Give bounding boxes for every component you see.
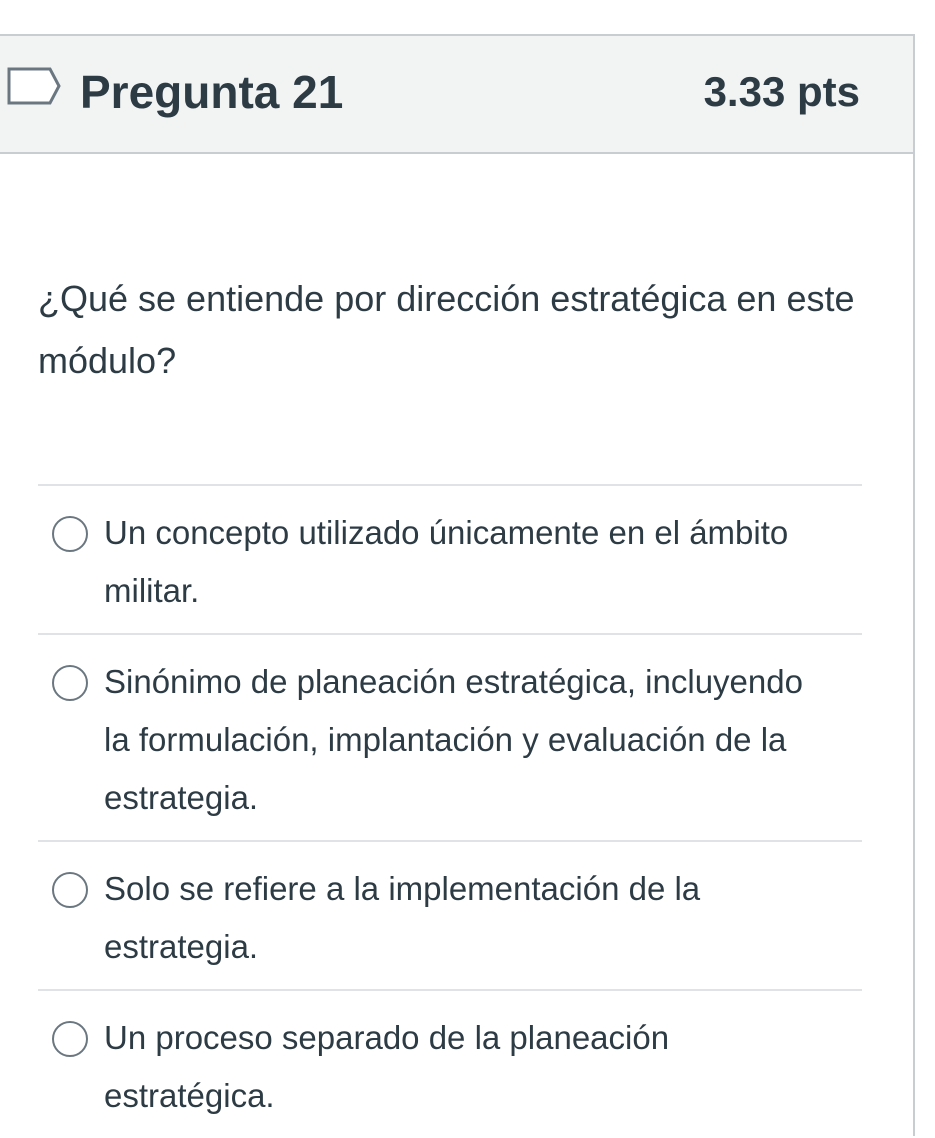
radio-button[interactable] [52,872,88,908]
question-points: 3.33 pts [703,68,860,115]
answer-list: Un concepto utilizado únicamente en el á… [38,484,862,1138]
question-title: Pregunta 21 [80,66,344,118]
answer-option-1[interactable]: Un concepto utilizado únicamente en el á… [38,484,862,633]
answer-label[interactable]: Un proceso separado de la planeación est… [104,1009,824,1125]
answer-label[interactable]: Sinónimo de planeación estratégica, incl… [104,653,824,827]
radio-button[interactable] [52,665,88,701]
radio-button[interactable] [52,1021,88,1057]
answer-option-3[interactable]: Solo se refiere a la implementación de l… [38,840,862,989]
question-header: Pregunta 21 3.33 pts [0,36,913,154]
quiz-question-card: Pregunta 21 3.33 pts ¿Qué se entiende po… [0,34,915,1136]
flag-question-icon[interactable] [6,66,62,106]
answer-option-4[interactable]: Un proceso separado de la planeación est… [38,989,862,1138]
question-text: ¿Qué se entiende por dirección estratégi… [38,278,855,381]
answer-label[interactable]: Solo se refiere a la implementación de l… [104,860,824,976]
answer-option-2[interactable]: Sinónimo de planeación estratégica, incl… [38,633,862,840]
answer-label[interactable]: Un concepto utilizado únicamente en el á… [104,504,824,620]
radio-button[interactable] [52,516,88,552]
